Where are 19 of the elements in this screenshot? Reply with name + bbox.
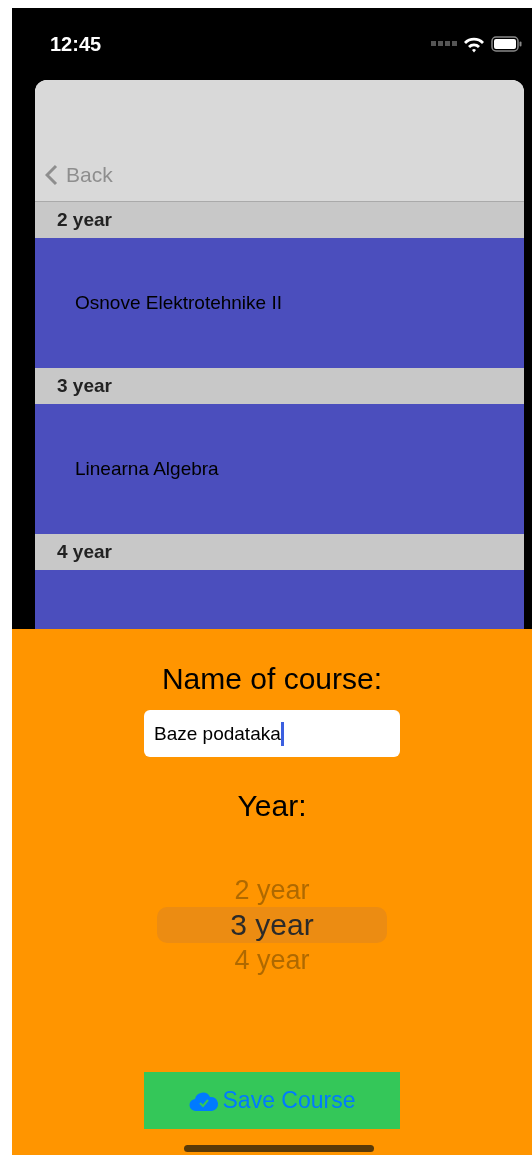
course-row[interactable]: Osnove Elektrotehnike II (35, 238, 524, 368)
course-name-field[interactable]: Baze podataka (144, 710, 400, 757)
signal-icon (431, 41, 457, 47)
section-header: 2 year (35, 202, 524, 238)
wifi-icon (463, 35, 485, 53)
save-button[interactable]: Save Course (144, 1072, 400, 1129)
year-label: Year: (237, 789, 307, 823)
section-header: 4 year (35, 534, 524, 570)
text-cursor (280, 721, 284, 746)
picker-item[interactable]: 2 year (157, 873, 387, 907)
back-button[interactable]: Back (45, 163, 113, 187)
course-row[interactable]: Linearna Algebra (35, 404, 524, 534)
battery-icon (491, 36, 522, 52)
status-time: 12:45 (50, 32, 102, 56)
picker-item[interactable]: 3 year (157, 907, 387, 943)
section-header: 3 year (35, 368, 524, 404)
name-label: Name of course: (161, 662, 383, 696)
picker-item[interactable]: 4 year (157, 943, 387, 977)
chevron-left-icon (45, 164, 58, 186)
